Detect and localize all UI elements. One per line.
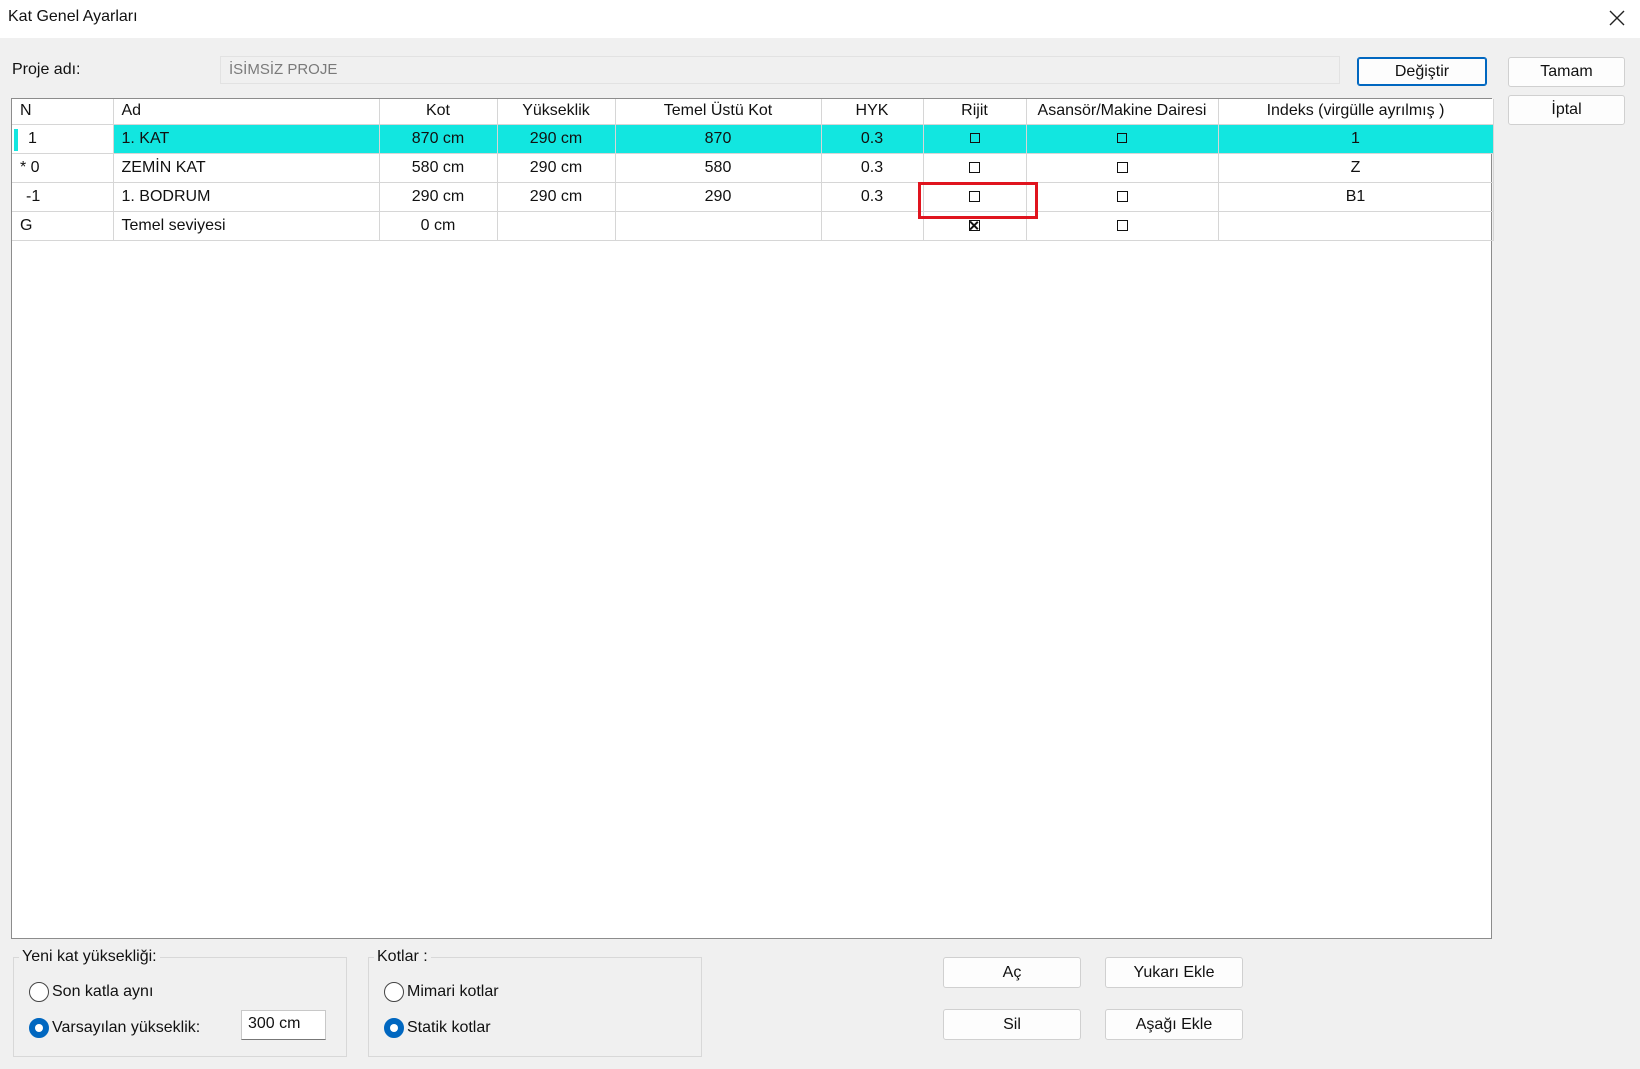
- cell-hyk[interactable]: [821, 211, 924, 241]
- radio-button[interactable]: [29, 1018, 49, 1038]
- cell-indeks[interactable]: B1: [1218, 182, 1494, 212]
- cell-yukseklik[interactable]: [497, 211, 616, 241]
- cell-n[interactable]: -1: [12, 182, 114, 212]
- kotlar-title: Kotlar :: [374, 948, 431, 966]
- radio-statik-kotlar[interactable]: Statik kotlar: [384, 1018, 491, 1038]
- rijit-checkbox[interactable]: [969, 133, 980, 144]
- cell-hyk[interactable]: 0.3: [821, 153, 924, 183]
- cell-indeks[interactable]: [1218, 211, 1494, 241]
- cell-kot[interactable]: 290 cm: [379, 182, 498, 212]
- rijit-checkbox[interactable]: [969, 219, 980, 231]
- cell-kot[interactable]: 580 cm: [379, 153, 498, 183]
- table-row[interactable]: -1 1. BODRUM 290 cm 290 cm 290 0.3 B1: [12, 182, 1494, 212]
- asansor-checkbox[interactable]: [1116, 161, 1128, 173]
- cell-n[interactable]: G: [12, 211, 114, 241]
- radio-label: Son katla aynı: [52, 983, 154, 1000]
- column-header-asansor[interactable]: Asansör/Makine Dairesi: [1026, 99, 1219, 125]
- cell-indeks[interactable]: 1: [1218, 124, 1494, 154]
- asansor-checkbox[interactable]: [1117, 133, 1127, 144]
- cell-ad[interactable]: Temel seviyesi: [113, 211, 380, 241]
- cell-asansor[interactable]: [1026, 211, 1219, 241]
- row-selection-marker: [14, 128, 18, 151]
- column-header-hyk[interactable]: HYK: [821, 99, 924, 125]
- radio-default-height[interactable]: Varsayılan yükseklik:: [29, 1018, 200, 1038]
- radio-button[interactable]: [384, 982, 404, 1002]
- cell-hyk[interactable]: 0.3: [821, 182, 924, 212]
- floor-grid: N Ad Kot Yükseklik Temel Üstü Kot HYK Ri…: [11, 98, 1494, 939]
- table-row[interactable]: 1 1. KAT 870 cm 290 cm 870 0.3 1: [12, 124, 1494, 154]
- cell-kot[interactable]: 0 cm: [379, 211, 498, 241]
- new-floor-height-title: Yeni kat yüksekliği:: [19, 948, 160, 966]
- close-button[interactable]: [1594, 0, 1640, 36]
- add-below-button[interactable]: Aşağı Ekle: [1105, 1009, 1243, 1040]
- cell-kot[interactable]: 870 cm: [379, 124, 498, 154]
- table-row[interactable]: G Temel seviyesi 0 cm: [12, 211, 1494, 241]
- cell-temel-ustu-kot[interactable]: 580: [615, 153, 822, 183]
- column-header-n[interactable]: N: [12, 99, 114, 125]
- column-header-temel-ustu-kot[interactable]: Temel Üstü Kot: [615, 99, 822, 125]
- ok-button[interactable]: Tamam: [1508, 57, 1625, 87]
- cell-asansor[interactable]: [1026, 153, 1219, 183]
- radio-label: Statik kotlar: [407, 1019, 491, 1036]
- cell-temel-ustu-kot[interactable]: [615, 211, 822, 241]
- asansor-checkbox[interactable]: [1116, 190, 1128, 202]
- column-header-rijit[interactable]: Rijit: [923, 99, 1027, 125]
- project-name-field[interactable]: İSİMSİZ PROJE: [220, 56, 1340, 84]
- radio-button[interactable]: [384, 1018, 404, 1038]
- column-header-ad[interactable]: Ad: [113, 99, 380, 125]
- open-button[interactable]: Aç: [943, 957, 1081, 988]
- cell-rijit[interactable]: [923, 124, 1027, 154]
- cell-asansor[interactable]: [1026, 124, 1219, 154]
- cell-yukseklik[interactable]: 290 cm: [497, 153, 616, 183]
- column-header-indeks[interactable]: Indeks (virgülle ayrılmış ): [1218, 99, 1494, 125]
- cell-hyk[interactable]: 0.3: [821, 124, 924, 154]
- cell-ad[interactable]: 1. BODRUM: [113, 182, 380, 212]
- window-title: Kat Genel Ayarları: [8, 8, 138, 25]
- close-icon: [1609, 10, 1625, 26]
- title-bar: Kat Genel Ayarları: [0, 0, 1640, 38]
- add-above-button[interactable]: Yukarı Ekle: [1105, 957, 1243, 988]
- cell-temel-ustu-kot[interactable]: 870: [615, 124, 822, 154]
- radio-label: Varsayılan yükseklik:: [52, 1019, 201, 1036]
- radio-same-as-last[interactable]: Son katla aynı: [29, 982, 153, 1002]
- project-name-label: Proje adı:: [12, 61, 81, 78]
- table-row[interactable]: * 0 ZEMİN KAT 580 cm 290 cm 580 0.3 Z: [12, 153, 1494, 183]
- cell-n[interactable]: * 0: [12, 153, 114, 183]
- cell-yukseklik[interactable]: 290 cm: [497, 124, 616, 154]
- cell-ad[interactable]: ZEMİN KAT: [113, 153, 380, 183]
- new-floor-height-group: [13, 957, 347, 1057]
- cancel-button[interactable]: İptal: [1508, 95, 1625, 125]
- radio-mimari-kotlar[interactable]: Mimari kotlar: [384, 982, 499, 1002]
- cell-yukseklik[interactable]: 290 cm: [497, 182, 616, 212]
- cell-n-text: 1: [28, 129, 37, 147]
- cell-ad[interactable]: 1. KAT: [113, 124, 380, 154]
- asansor-checkbox[interactable]: [1116, 219, 1128, 231]
- grid-header: N Ad Kot Yükseklik Temel Üstü Kot HYK Ri…: [12, 99, 1494, 125]
- cell-rijit[interactable]: [923, 153, 1027, 183]
- kotlar-group: [368, 957, 702, 1057]
- cell-n[interactable]: 1: [12, 124, 114, 154]
- rijit-highlight-annotation: [918, 182, 1038, 219]
- column-header-yukseklik[interactable]: Yükseklik: [497, 99, 616, 125]
- rijit-checkbox[interactable]: [969, 161, 980, 173]
- column-header-kot[interactable]: Kot: [379, 99, 498, 125]
- cell-asansor[interactable]: [1026, 182, 1219, 212]
- cell-temel-ustu-kot[interactable]: 290: [615, 182, 822, 212]
- change-button[interactable]: Değiştir: [1357, 57, 1487, 86]
- radio-label: Mimari kotlar: [407, 983, 499, 1000]
- radio-button[interactable]: [29, 982, 49, 1002]
- default-height-input[interactable]: 300 cm: [241, 1010, 326, 1040]
- cell-indeks[interactable]: Z: [1218, 153, 1494, 183]
- delete-button[interactable]: Sil: [943, 1009, 1081, 1040]
